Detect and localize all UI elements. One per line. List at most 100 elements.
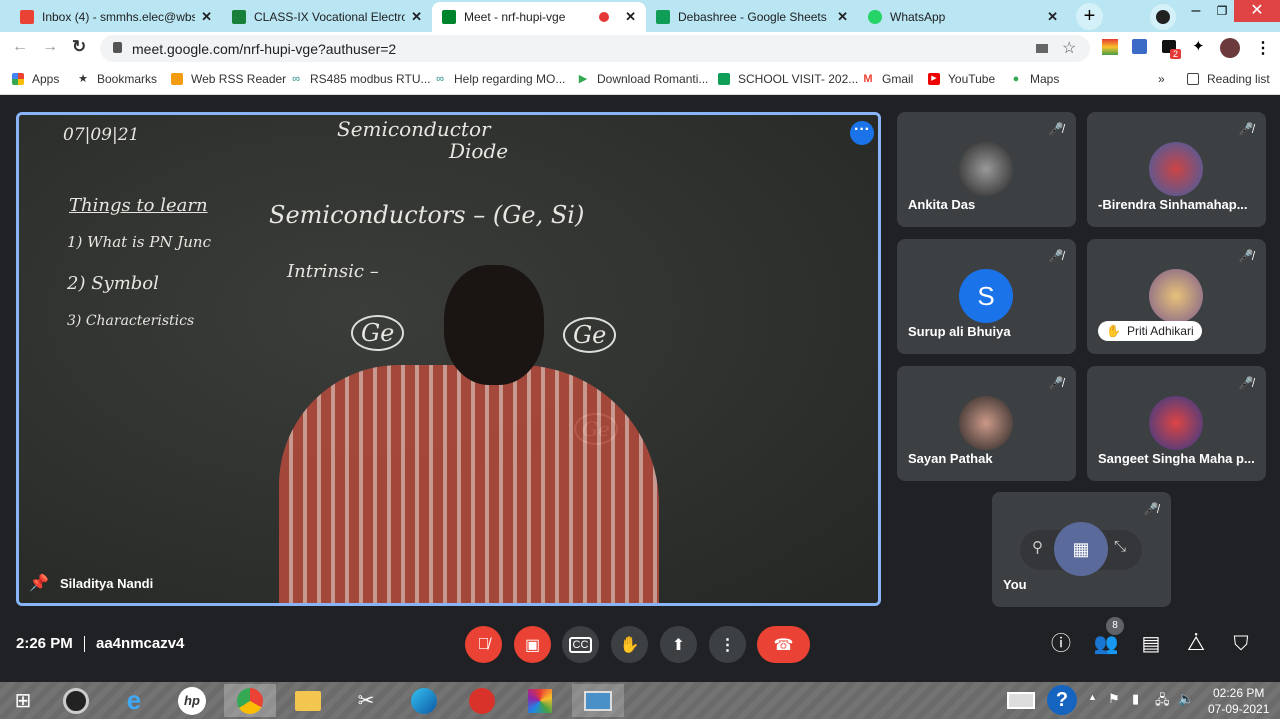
volume-icon[interactable]: 🔈: [1178, 691, 1194, 707]
clock-date[interactable]: 07-09-2021: [1208, 702, 1269, 716]
bookmark-bookmarks[interactable]: ★ Bookmarks: [77, 72, 157, 86]
power-icon[interactable]: ▮: [1132, 691, 1139, 707]
bookmark-gmail[interactable]: M Gmail: [862, 72, 913, 86]
avatar: [1149, 396, 1203, 450]
url-text: meet.google.com/nrf-hupi-vge?authuser=2: [132, 40, 397, 57]
touch-keyboard-icon[interactable]: [1007, 692, 1035, 709]
avatar: S: [959, 269, 1013, 323]
more-vert-icon: ⋮: [719, 636, 736, 654]
camera-toggle-button[interactable]: ▣: [514, 626, 551, 663]
forward-button[interactable]: →: [42, 38, 58, 56]
start-button[interactable]: ⊞: [0, 684, 46, 717]
action-center-flag-icon[interactable]: ⚑: [1108, 691, 1120, 707]
sheets-icon: [718, 73, 730, 85]
bookmark-maps[interactable]: ● Maps: [1010, 72, 1060, 86]
download-extension-icon[interactable]: [1132, 39, 1147, 54]
bookmark-apps[interactable]: Apps: [12, 72, 59, 86]
close-icon[interactable]: ✕: [1047, 9, 1058, 25]
close-icon[interactable]: ✕: [625, 9, 636, 25]
more-options-button[interactable]: ⋮: [709, 626, 746, 663]
host-controls-icon[interactable]: ⛉: [1228, 631, 1254, 657]
self-tile[interactable]: 🎤̸ ⚲ ▦ ⤡ You: [992, 492, 1171, 607]
menu-button[interactable]: ⋮: [1255, 38, 1271, 58]
taskbar-app[interactable]: [50, 684, 102, 717]
participant-tile[interactable]: 🎤̸ S Surup ali Bhuiya: [897, 239, 1076, 354]
network-icon[interactable]: 🖧: [1155, 691, 1170, 713]
taskbar-edge[interactable]: [398, 684, 450, 717]
present-icon: ⬆: [671, 636, 686, 654]
reading-list-button[interactable]: Reading list: [1187, 72, 1270, 86]
present-button[interactable]: ⬆: [660, 626, 697, 663]
pin-icon[interactable]: 📌: [29, 573, 49, 593]
profile-avatar[interactable]: [1220, 38, 1240, 58]
bookmark-star-icon[interactable]: ☆: [1062, 38, 1076, 58]
tab-sheets[interactable]: Debashree - Google Sheets ✕: [646, 2, 858, 32]
taskbar-explorer[interactable]: [282, 684, 334, 717]
more-bookmarks-button[interactable]: »: [1158, 72, 1165, 86]
taskbar-app[interactable]: [456, 684, 508, 717]
camera-icon[interactable]: [1036, 44, 1048, 53]
participant-tile[interactable]: 🎤̸ ✋ Priti Adhikari: [1087, 239, 1266, 354]
minimize-icon[interactable]: ⤡: [1114, 538, 1126, 555]
participant-tile[interactable]: 🎤̸ Sayan Pathak: [897, 366, 1076, 481]
mic-off-icon: 🎤̸: [1048, 249, 1064, 263]
leave-call-button[interactable]: ☎: [757, 626, 810, 663]
chat-icon[interactable]: ▤: [1138, 631, 1164, 657]
taskbar-chrome[interactable]: [224, 684, 276, 717]
pin-icon[interactable]: ⚲: [1032, 538, 1043, 556]
puzzle-icon[interactable]: ✦: [1192, 37, 1205, 55]
bookmark-help[interactable]: ∞ Help regarding MO...: [434, 72, 565, 86]
captions-button[interactable]: CC: [562, 626, 599, 663]
new-tab-button[interactable]: +: [1076, 3, 1103, 30]
teacher-figure: [279, 365, 659, 603]
taskbar-ie[interactable]: e: [108, 684, 160, 717]
participant-tile[interactable]: 🎤̸ Ankita Das: [897, 112, 1076, 227]
play-store-icon: ▶: [578, 73, 588, 85]
taskbar-app[interactable]: [514, 684, 566, 717]
help-icon[interactable]: ?: [1047, 685, 1077, 715]
hand-icon: ✋: [619, 636, 640, 654]
tab-gmail[interactable]: Inbox (4) - smmhs.elec@wbsct ✕: [10, 2, 222, 32]
remove-from-call-icon[interactable]: ▦: [1054, 522, 1108, 576]
bookmark-download[interactable]: ▶ Download Romanti...: [577, 72, 709, 86]
participant-tile[interactable]: 🎤̸ Sangeet Singha Maha p...: [1087, 366, 1266, 481]
tab-whatsapp[interactable]: WhatsApp ✕: [858, 2, 1068, 32]
back-button[interactable]: ←: [12, 38, 28, 56]
taskbar-hp[interactable]: hp: [166, 684, 218, 717]
internet-explorer-icon: e: [126, 685, 142, 715]
whatsapp-icon: [868, 10, 882, 24]
address-bar[interactable]: meet.google.com/nrf-hupi-vge?authuser=2 …: [100, 35, 1090, 62]
close-icon[interactable]: ✕: [411, 9, 422, 25]
bookmarks-bar: Apps ★ Bookmarks Web RSS Reader ∞ RS485 mo…: [0, 64, 1280, 95]
bookmark-rs485[interactable]: ∞ RS485 modbus RTU...: [290, 72, 430, 86]
extension-badge: 2: [1170, 49, 1182, 59]
taskbar-app[interactable]: [572, 684, 624, 717]
tab-search-button[interactable]: [1150, 4, 1176, 30]
clock-time[interactable]: 02:26 PM: [1213, 686, 1264, 700]
meeting-details-icon[interactable]: ⓘ: [1048, 631, 1074, 657]
mic-off-icon: 🎙̸: [477, 635, 490, 653]
reload-button[interactable]: ↻: [72, 37, 86, 57]
extensions-home-icon[interactable]: [1102, 39, 1118, 55]
bookmark-school-visit[interactable]: SCHOOL VISIT- 202...: [718, 72, 858, 86]
raise-hand-button[interactable]: ✋: [611, 626, 648, 663]
more-options-button[interactable]: ···: [850, 121, 874, 145]
classroom-icon: [232, 10, 246, 24]
link-icon: ∞: [292, 73, 300, 85]
tab-meet[interactable]: Meet - nrf-hupi-vge ✕: [432, 2, 646, 32]
close-icon[interactable]: ✕: [837, 9, 848, 25]
mic-off-icon: 🎤̸: [1238, 376, 1254, 390]
taskbar-app[interactable]: ✂: [340, 684, 392, 717]
photos-icon: [584, 690, 612, 711]
bookmark-rss[interactable]: Web RSS Reader: [171, 72, 286, 86]
captions-icon: CC: [568, 636, 593, 653]
close-icon[interactable]: ✕: [201, 9, 212, 25]
show-hidden-icons[interactable]: ▲: [1088, 692, 1097, 702]
activities-icon[interactable]: ⧊: [1183, 631, 1209, 657]
bookmark-youtube[interactable]: ▶ YouTube: [928, 72, 995, 86]
close-window-button[interactable]: ✕: [1234, 0, 1280, 22]
tab-classroom[interactable]: CLASS-IX Vocational Electronic✕: [222, 2, 432, 32]
participant-tile[interactable]: 🎤̸ -Birendra Sinhamahap...: [1087, 112, 1266, 227]
mic-toggle-button[interactable]: 🎙̸: [465, 626, 502, 663]
restore-button[interactable]: ❐: [1207, 0, 1237, 28]
